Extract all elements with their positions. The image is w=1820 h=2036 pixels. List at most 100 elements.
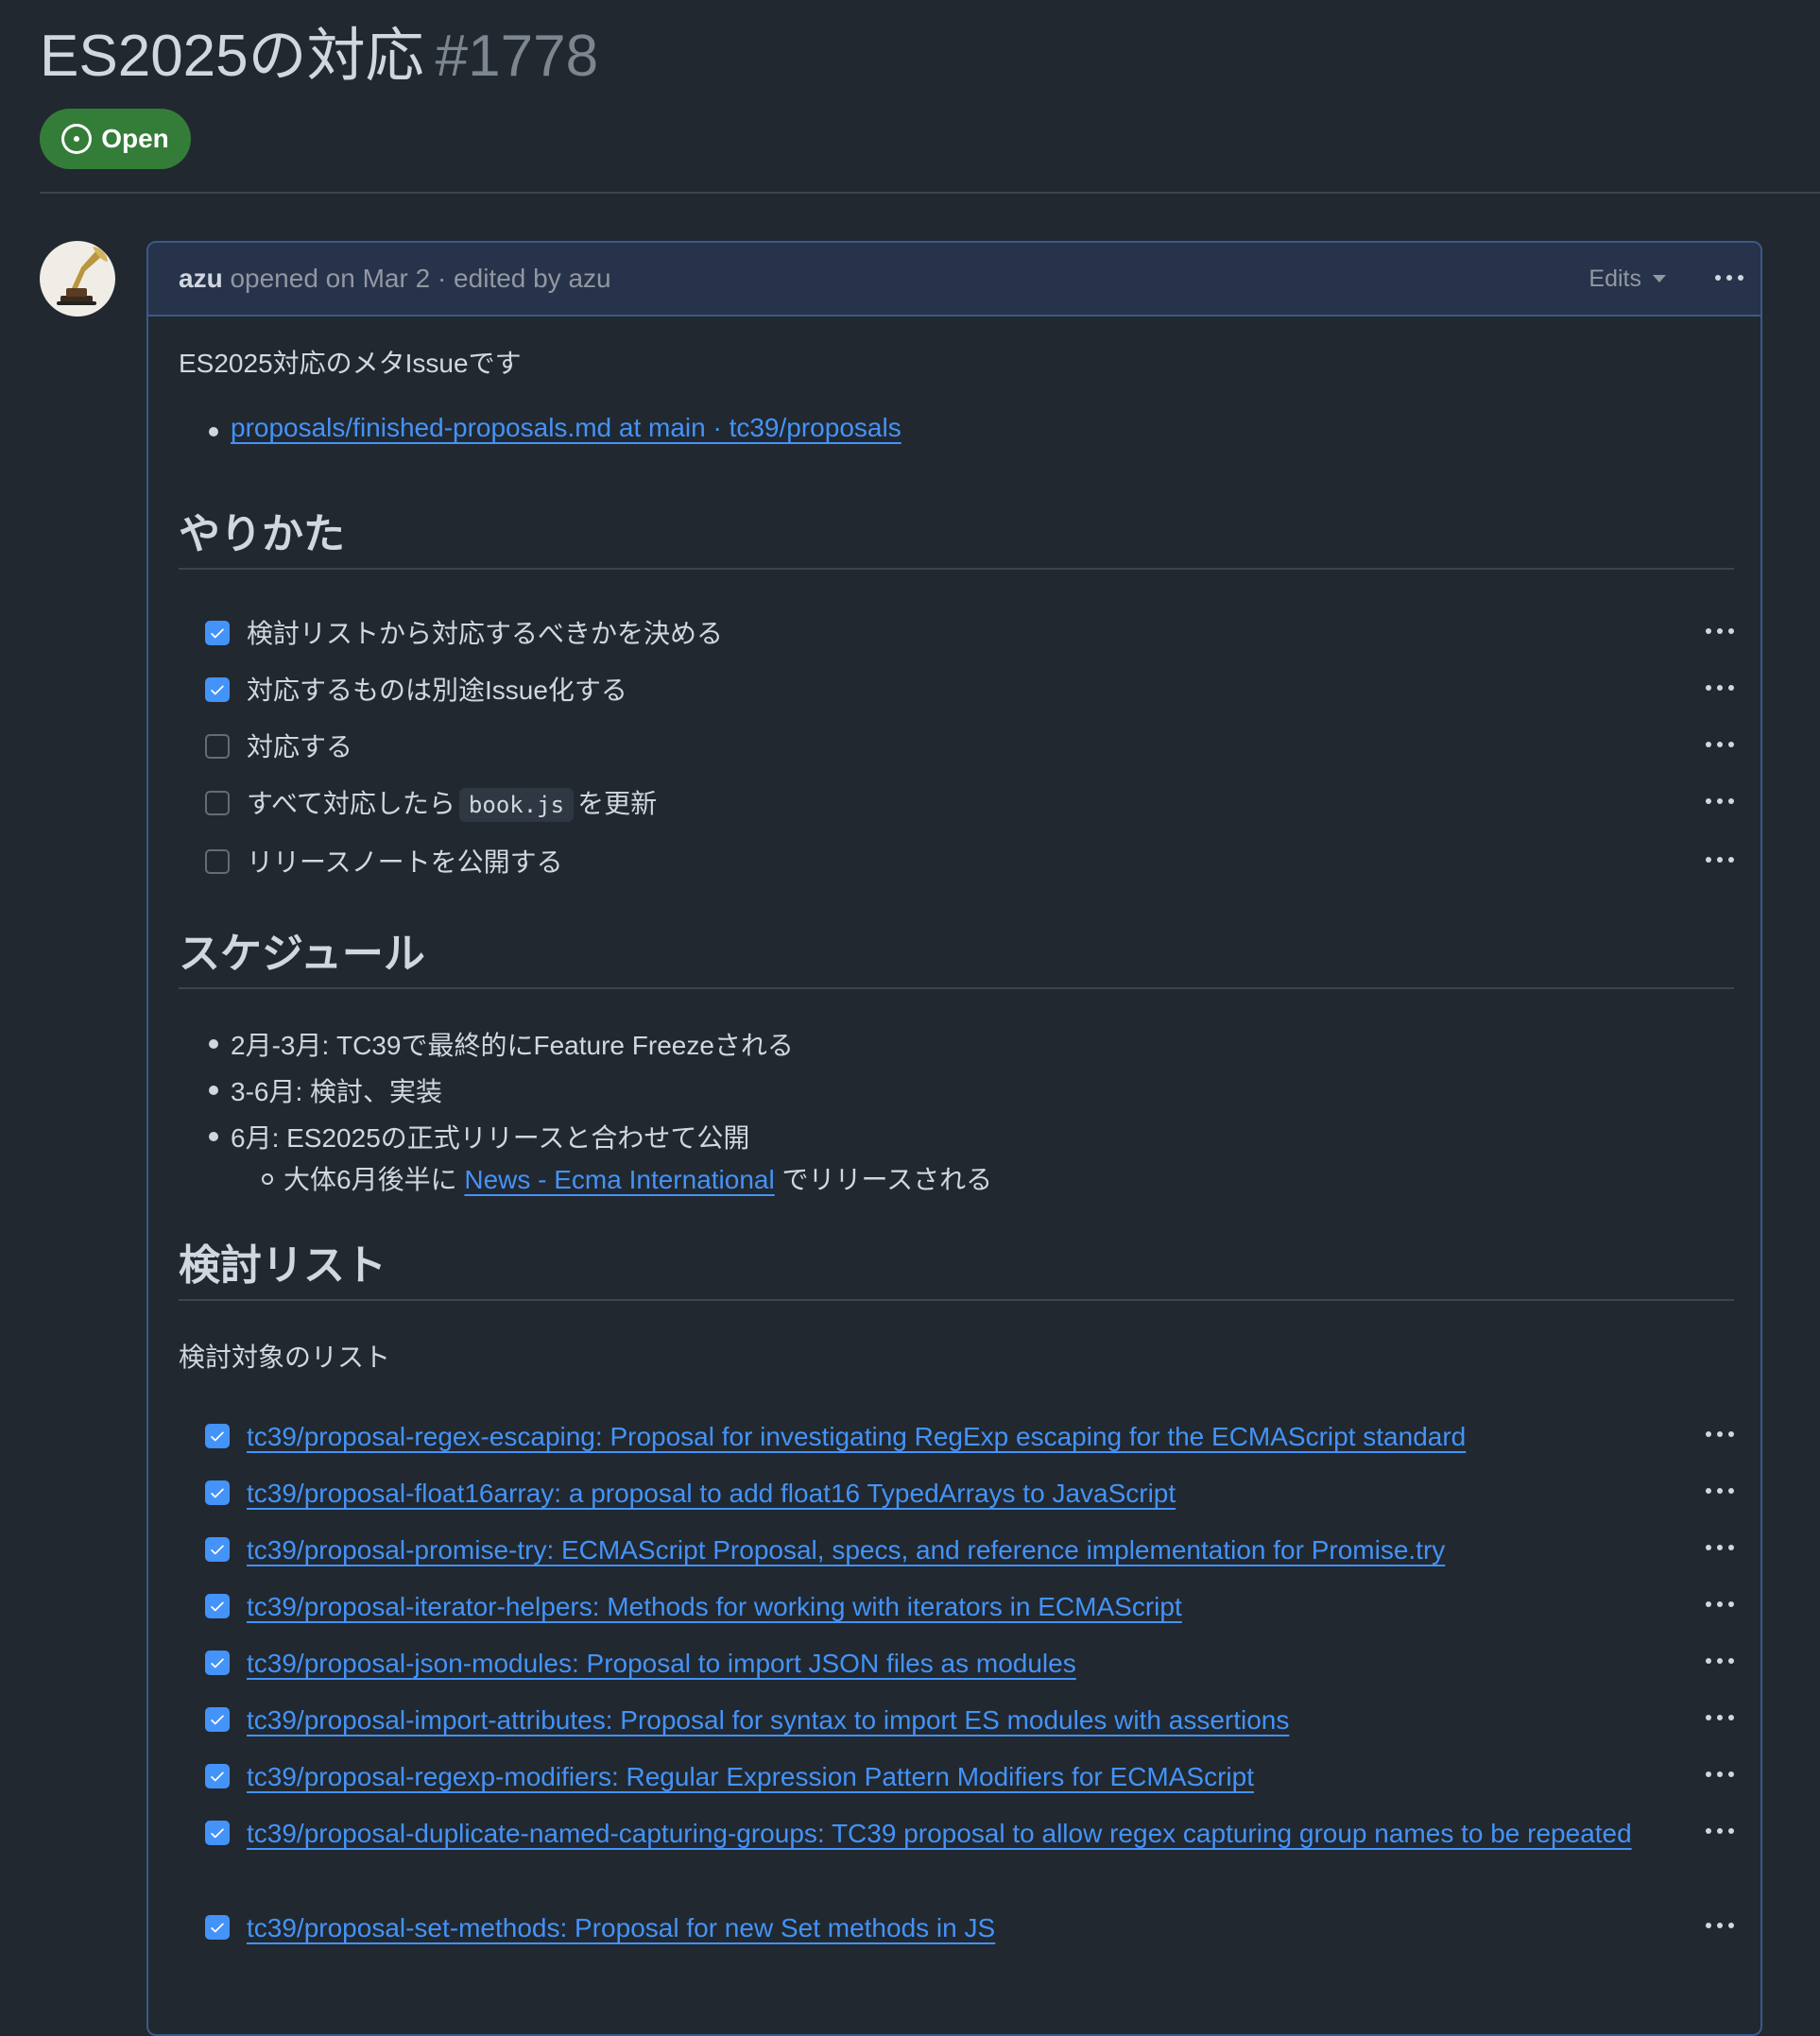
comment-header: azu opened on Mar 2 · edited by azu Edit… [148,243,1760,317]
comment-options-kebab-icon[interactable] [1715,275,1743,281]
task-label: tc39/proposal-duplicate-named-capturing-… [247,1815,1636,1853]
task-checkbox[interactable] [205,1424,230,1448]
task-list-item: tc39/proposal-iterator-helpers: Methods … [205,1588,1734,1630]
task-label: 対応する [247,732,353,761]
inline-code: book.js [458,788,575,822]
schedule-item: 3-6月: 検討、実装 [231,1077,443,1106]
task-list-item: tc39/proposal-regex-escaping: Proposal f… [205,1418,1734,1460]
issue-state-label: Open [101,124,169,153]
issue-title: ES2025の対応 [40,24,424,89]
task-label: すべて対応したら book.js を更新 [247,785,657,824]
task-checkbox[interactable] [205,677,230,702]
task-options-kebab-icon[interactable] [1706,1771,1734,1777]
proposal-link[interactable]: tc39/proposal-float16array: a proposal t… [247,1479,1176,1508]
task-list-item: すべて対応したら book.js を更新 [205,785,1734,827]
task-options-kebab-icon[interactable] [1706,1601,1734,1607]
proposal-link[interactable]: tc39/proposal-duplicate-named-capturing-… [247,1819,1632,1848]
list-item: 6月: ES2025の正式リリースと合わせて公開 [209,1118,750,1155]
task-list-item: 検討リストから対応するべきかを決める [205,615,1734,657]
task-checkbox[interactable] [205,1537,230,1562]
task-options-kebab-icon[interactable] [1706,1545,1734,1550]
edits-label: Edits [1588,265,1641,292]
heading-divider [179,568,1734,570]
task-options-kebab-icon[interactable] [1706,685,1734,691]
task-label: tc39/proposal-regexp-modifiers: Regular … [247,1758,1254,1796]
task-list-item: リリースノートを公開する [205,844,1734,885]
proposal-link[interactable]: tc39/proposal-set-methods: Proposal for … [247,1913,995,1942]
task-options-kebab-icon[interactable] [1706,857,1734,863]
task-checkbox[interactable] [205,1594,230,1618]
proposal-link[interactable]: tc39/proposal-import-attributes: Proposa… [247,1705,1289,1735]
list-item: 3-6月: 検討、実装 [209,1071,443,1109]
comment-meta: opened on Mar 2 · edited by azu [222,264,611,293]
author-avatar[interactable] [40,241,115,317]
issue-title-row: ES2025の対応 #1778 [40,17,598,96]
task-options-kebab-icon[interactable] [1706,1715,1734,1720]
task-options-kebab-icon[interactable] [1706,1923,1734,1928]
heading-method: やりかた [179,511,345,557]
schedule-item: 6月: ES2025の正式リリースと合わせて公開 [231,1123,750,1153]
task-list-item: tc39/proposal-regexp-modifiers: Regular … [205,1758,1734,1800]
task-options-kebab-icon[interactable] [1706,1658,1734,1664]
task-label: tc39/proposal-json-modules: Proposal to … [247,1645,1076,1683]
review-intro: 検討対象のリスト [179,1343,391,1372]
task-label: 検討リストから対応するべきかを決める [247,619,724,648]
task-options-kebab-icon[interactable] [1706,628,1734,634]
task-checkbox[interactable] [205,1707,230,1732]
issue-comment: azu opened on Mar 2 · edited by azu Edit… [146,241,1762,2036]
proposal-link[interactable]: tc39/proposal-promise-try: ECMAScript Pr… [247,1535,1445,1565]
issue-state-badge: Open [40,109,191,169]
list-item: proposals/finished-proposals.md at main … [209,413,901,443]
task-options-kebab-icon[interactable] [1706,1431,1734,1437]
proposal-link[interactable]: tc39/proposal-iterator-helpers: Methods … [247,1592,1182,1621]
schedule-sub-pre: 大体6月後半に [283,1165,457,1194]
task-list-item: tc39/proposal-float16array: a proposal t… [205,1475,1734,1516]
task-list-item: tc39/proposal-duplicate-named-capturing-… [205,1815,1734,1856]
proposal-link[interactable]: tc39/proposal-regexp-modifiers: Regular … [247,1762,1254,1791]
task-list-item: tc39/proposal-set-methods: Proposal for … [205,1909,1734,1951]
task-list-item: 対応する [205,728,1734,770]
proposal-link[interactable]: tc39/proposal-regex-escaping: Proposal f… [247,1422,1466,1451]
task-checkbox[interactable] [205,1764,230,1788]
schedule-sub-post: でリリースされる [781,1165,993,1194]
edits-dropdown[interactable]: Edits [1588,243,1666,315]
heading-divider [179,987,1734,989]
task-list-item: tc39/proposal-json-modules: Proposal to … [205,1645,1734,1686]
task-options-kebab-icon[interactable] [1706,1828,1734,1834]
sub-list-item: 大体6月後半に News - Ecma International でリリースさ… [262,1159,993,1197]
task-checkbox[interactable] [205,1915,230,1940]
comment-author[interactable]: azu [179,264,223,293]
task-options-kebab-icon[interactable] [1706,1488,1734,1494]
task-options-kebab-icon[interactable] [1706,742,1734,747]
caret-down-icon [1653,275,1666,282]
task-checkbox[interactable] [205,791,230,815]
heading-review-list: 検討リスト [179,1242,386,1289]
task-checkbox[interactable] [205,1821,230,1845]
issue-number: #1778 [435,24,599,89]
finished-proposals-link[interactable]: proposals/finished-proposals.md at main … [231,413,901,442]
header-divider [40,192,1820,194]
task-options-kebab-icon[interactable] [1706,798,1734,804]
task-checkbox[interactable] [205,849,230,874]
task-label: tc39/proposal-float16array: a proposal t… [247,1475,1176,1513]
task-list-item: 対応するものは別途Issue化する [205,672,1734,713]
task-label: tc39/proposal-promise-try: ECMAScript Pr… [247,1531,1445,1569]
heading-divider [179,1299,1734,1301]
gramophone-icon [57,247,108,305]
task-label: tc39/proposal-set-methods: Proposal for … [247,1909,995,1947]
task-checkbox[interactable] [205,734,230,759]
heading-schedule: スケジュール [179,931,425,977]
proposal-link[interactable]: tc39/proposal-json-modules: Proposal to … [247,1649,1076,1678]
task-label: 対応するものは別途Issue化する [247,676,627,705]
task-checkbox[interactable] [205,1651,230,1675]
schedule-item: 2月-3月: TC39で最終的にFeature Freezeされる [231,1031,794,1060]
task-label: リリースノートを公開する [247,847,563,877]
task-checkbox[interactable] [205,621,230,645]
intro-text: ES2025対応のメタIssueです [179,349,522,378]
ecma-news-link[interactable]: News - Ecma International [464,1165,774,1194]
list-item: 2月-3月: TC39で最終的にFeature Freezeされる [209,1025,794,1063]
task-label: tc39/proposal-regex-escaping: Proposal f… [247,1418,1466,1456]
task-list-item: tc39/proposal-import-attributes: Proposa… [205,1702,1734,1743]
issue-opened-icon [61,124,93,154]
task-checkbox[interactable] [205,1480,230,1505]
